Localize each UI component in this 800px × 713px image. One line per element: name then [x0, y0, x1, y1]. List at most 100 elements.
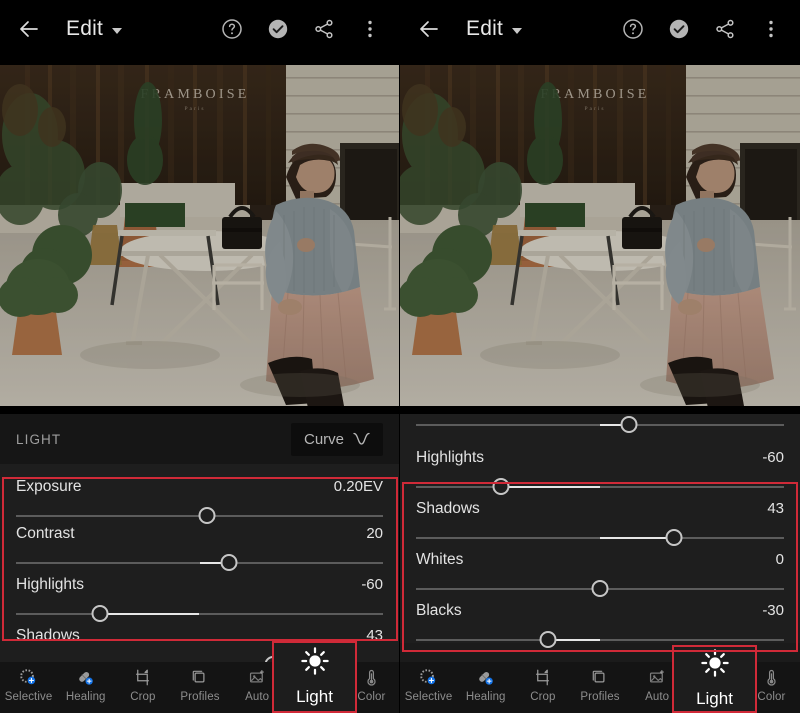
share-icon[interactable] [714, 18, 736, 40]
slider-value: 43 [767, 500, 784, 517]
crop-icon [133, 667, 152, 688]
edit-title-dropdown[interactable]: Edit [466, 17, 522, 41]
header-actions [622, 18, 786, 40]
slider-row-blacks[interactable]: Blacks -30 [400, 592, 800, 648]
slider-label-line: Shadows 43 [416, 500, 784, 518]
slider-fill [500, 485, 600, 488]
light-tool-label: Light [696, 689, 733, 708]
slider-row-exposure[interactable]: Exposure 0.20EV [0, 464, 399, 524]
slider-label: Contrast [16, 525, 75, 542]
share-icon[interactable] [313, 18, 335, 40]
slider-label-line: Whites 0 [416, 551, 784, 569]
slider-value: -60 [361, 576, 383, 593]
slider-value: -30 [762, 602, 784, 619]
check-circle-icon[interactable] [668, 18, 690, 40]
slider-label: Shadows [416, 500, 480, 517]
slider-label-line: Highlights -60 [416, 449, 784, 467]
curve-button-label: Curve [303, 430, 344, 448]
toolbar-item-label: Profiles [180, 691, 220, 703]
header-actions [221, 18, 385, 40]
toolbar-item-label: Color [357, 691, 386, 703]
back-arrow-icon[interactable] [16, 16, 42, 42]
slider-row-shadows[interactable]: Shadows 43 [400, 490, 800, 546]
page-title: Edit [66, 16, 103, 40]
app-screen: Edit FRAMBOISE Paris LIGHT Curve Exposur… [0, 0, 800, 713]
toolbar-item-healing[interactable]: Healing [457, 662, 514, 713]
left-photo-area[interactable]: FRAMBOISE Paris [0, 57, 399, 414]
toolbar-item-profiles[interactable]: Profiles [571, 662, 628, 713]
help-circle-icon[interactable] [622, 18, 644, 40]
curve-button[interactable]: Curve [290, 422, 383, 456]
toolbar-item-label: Crop [530, 691, 556, 703]
toolbar-item-profiles[interactable]: Profiles [171, 662, 228, 713]
slider-handle[interactable] [620, 416, 638, 433]
check-circle-icon[interactable] [267, 18, 289, 40]
slider-value: 43 [366, 627, 383, 644]
right-photo-area[interactable]: FRAMBOISE Paris [400, 57, 800, 414]
slider-track-line [416, 486, 784, 488]
slider-row-contrast[interactable]: Contrast 20 [0, 515, 399, 571]
color-icon [762, 667, 781, 688]
light-sun-icon [300, 647, 329, 680]
right-header: Edit [400, 0, 800, 57]
toolbar-item-selective[interactable]: Selective [0, 662, 57, 713]
help-circle-icon[interactable] [221, 18, 243, 40]
selective-icon [419, 667, 438, 688]
back-arrow-icon[interactable] [416, 16, 442, 42]
toolbar-item-label: Healing [465, 691, 506, 703]
slider-value: 0.20EV [333, 478, 383, 495]
toolbar-item-label: Selective [404, 691, 453, 703]
slider-label-line: Blacks -30 [416, 602, 784, 620]
light-tool-highlight-right[interactable]: Light [672, 645, 757, 713]
toolbar-item-selective[interactable]: Selective [400, 662, 457, 713]
slider-fill [100, 612, 200, 615]
auto-icon [248, 667, 267, 688]
slider-row-highlights[interactable]: Highlights -60 [0, 566, 399, 622]
selective-icon [19, 667, 38, 688]
profiles-icon [190, 667, 209, 688]
slider-track-line [416, 639, 784, 641]
slider-value: 0 [775, 551, 784, 568]
light-tool-label: Light [296, 687, 333, 706]
left-panel: Edit FRAMBOISE Paris LIGHT Curve Exposur… [0, 0, 400, 713]
slider-label: Highlights [16, 576, 85, 593]
slider-label: Shadows [16, 627, 80, 644]
left-slider-list: Exposure 0.20EV Contrast 20 Highlights -60 Sha… [0, 464, 399, 673]
slider-row-contrast[interactable] [400, 414, 800, 439]
slider-track-line [16, 613, 383, 615]
edit-title-dropdown[interactable]: Edit [66, 17, 122, 41]
chevron-down-icon [512, 27, 522, 34]
color-icon [362, 667, 381, 688]
more-vertical-icon[interactable] [760, 18, 782, 40]
right-slider-list: Highlights -60 Shadows 43 Whites 0 Blacks -30 [400, 414, 800, 648]
slider-value: -60 [762, 449, 784, 466]
healing-icon [76, 667, 95, 688]
tone-curve-icon [353, 432, 370, 446]
healing-icon [476, 667, 495, 688]
profiles-icon [590, 667, 609, 688]
slider-row-whites[interactable]: Whites 0 [400, 541, 800, 597]
slider-label: Blacks [416, 602, 462, 619]
auto-icon [648, 667, 667, 688]
more-vertical-icon[interactable] [359, 18, 381, 40]
toolbar-item-healing[interactable]: Healing [57, 662, 114, 713]
left-header: Edit [0, 0, 399, 57]
toolbar-item-label: Auto [645, 691, 670, 703]
toolbar-item-crop[interactable]: Crop [114, 662, 171, 713]
slider-label: Whites [416, 551, 464, 568]
slider-row-highlights[interactable]: Highlights -60 [400, 439, 800, 495]
slider-label-line: Contrast 20 [16, 525, 383, 543]
toolbar-item-crop[interactable]: Crop [514, 662, 571, 713]
slider-track-contrast[interactable] [416, 414, 784, 436]
light-section-label: LIGHT [16, 431, 62, 447]
slider-fill [600, 536, 674, 539]
page-title: Edit [466, 16, 503, 40]
toolbar-item-label: Profiles [580, 691, 620, 703]
crop-icon [533, 667, 552, 688]
toolbar-item-label: Crop [130, 691, 156, 703]
light-tool-highlight-left[interactable]: Light [272, 641, 357, 713]
light-section-header: LIGHT Curve [0, 414, 399, 464]
slider-handle[interactable] [539, 631, 557, 648]
slider-label: Exposure [16, 478, 82, 495]
toolbar-item-label: Auto [245, 691, 270, 703]
